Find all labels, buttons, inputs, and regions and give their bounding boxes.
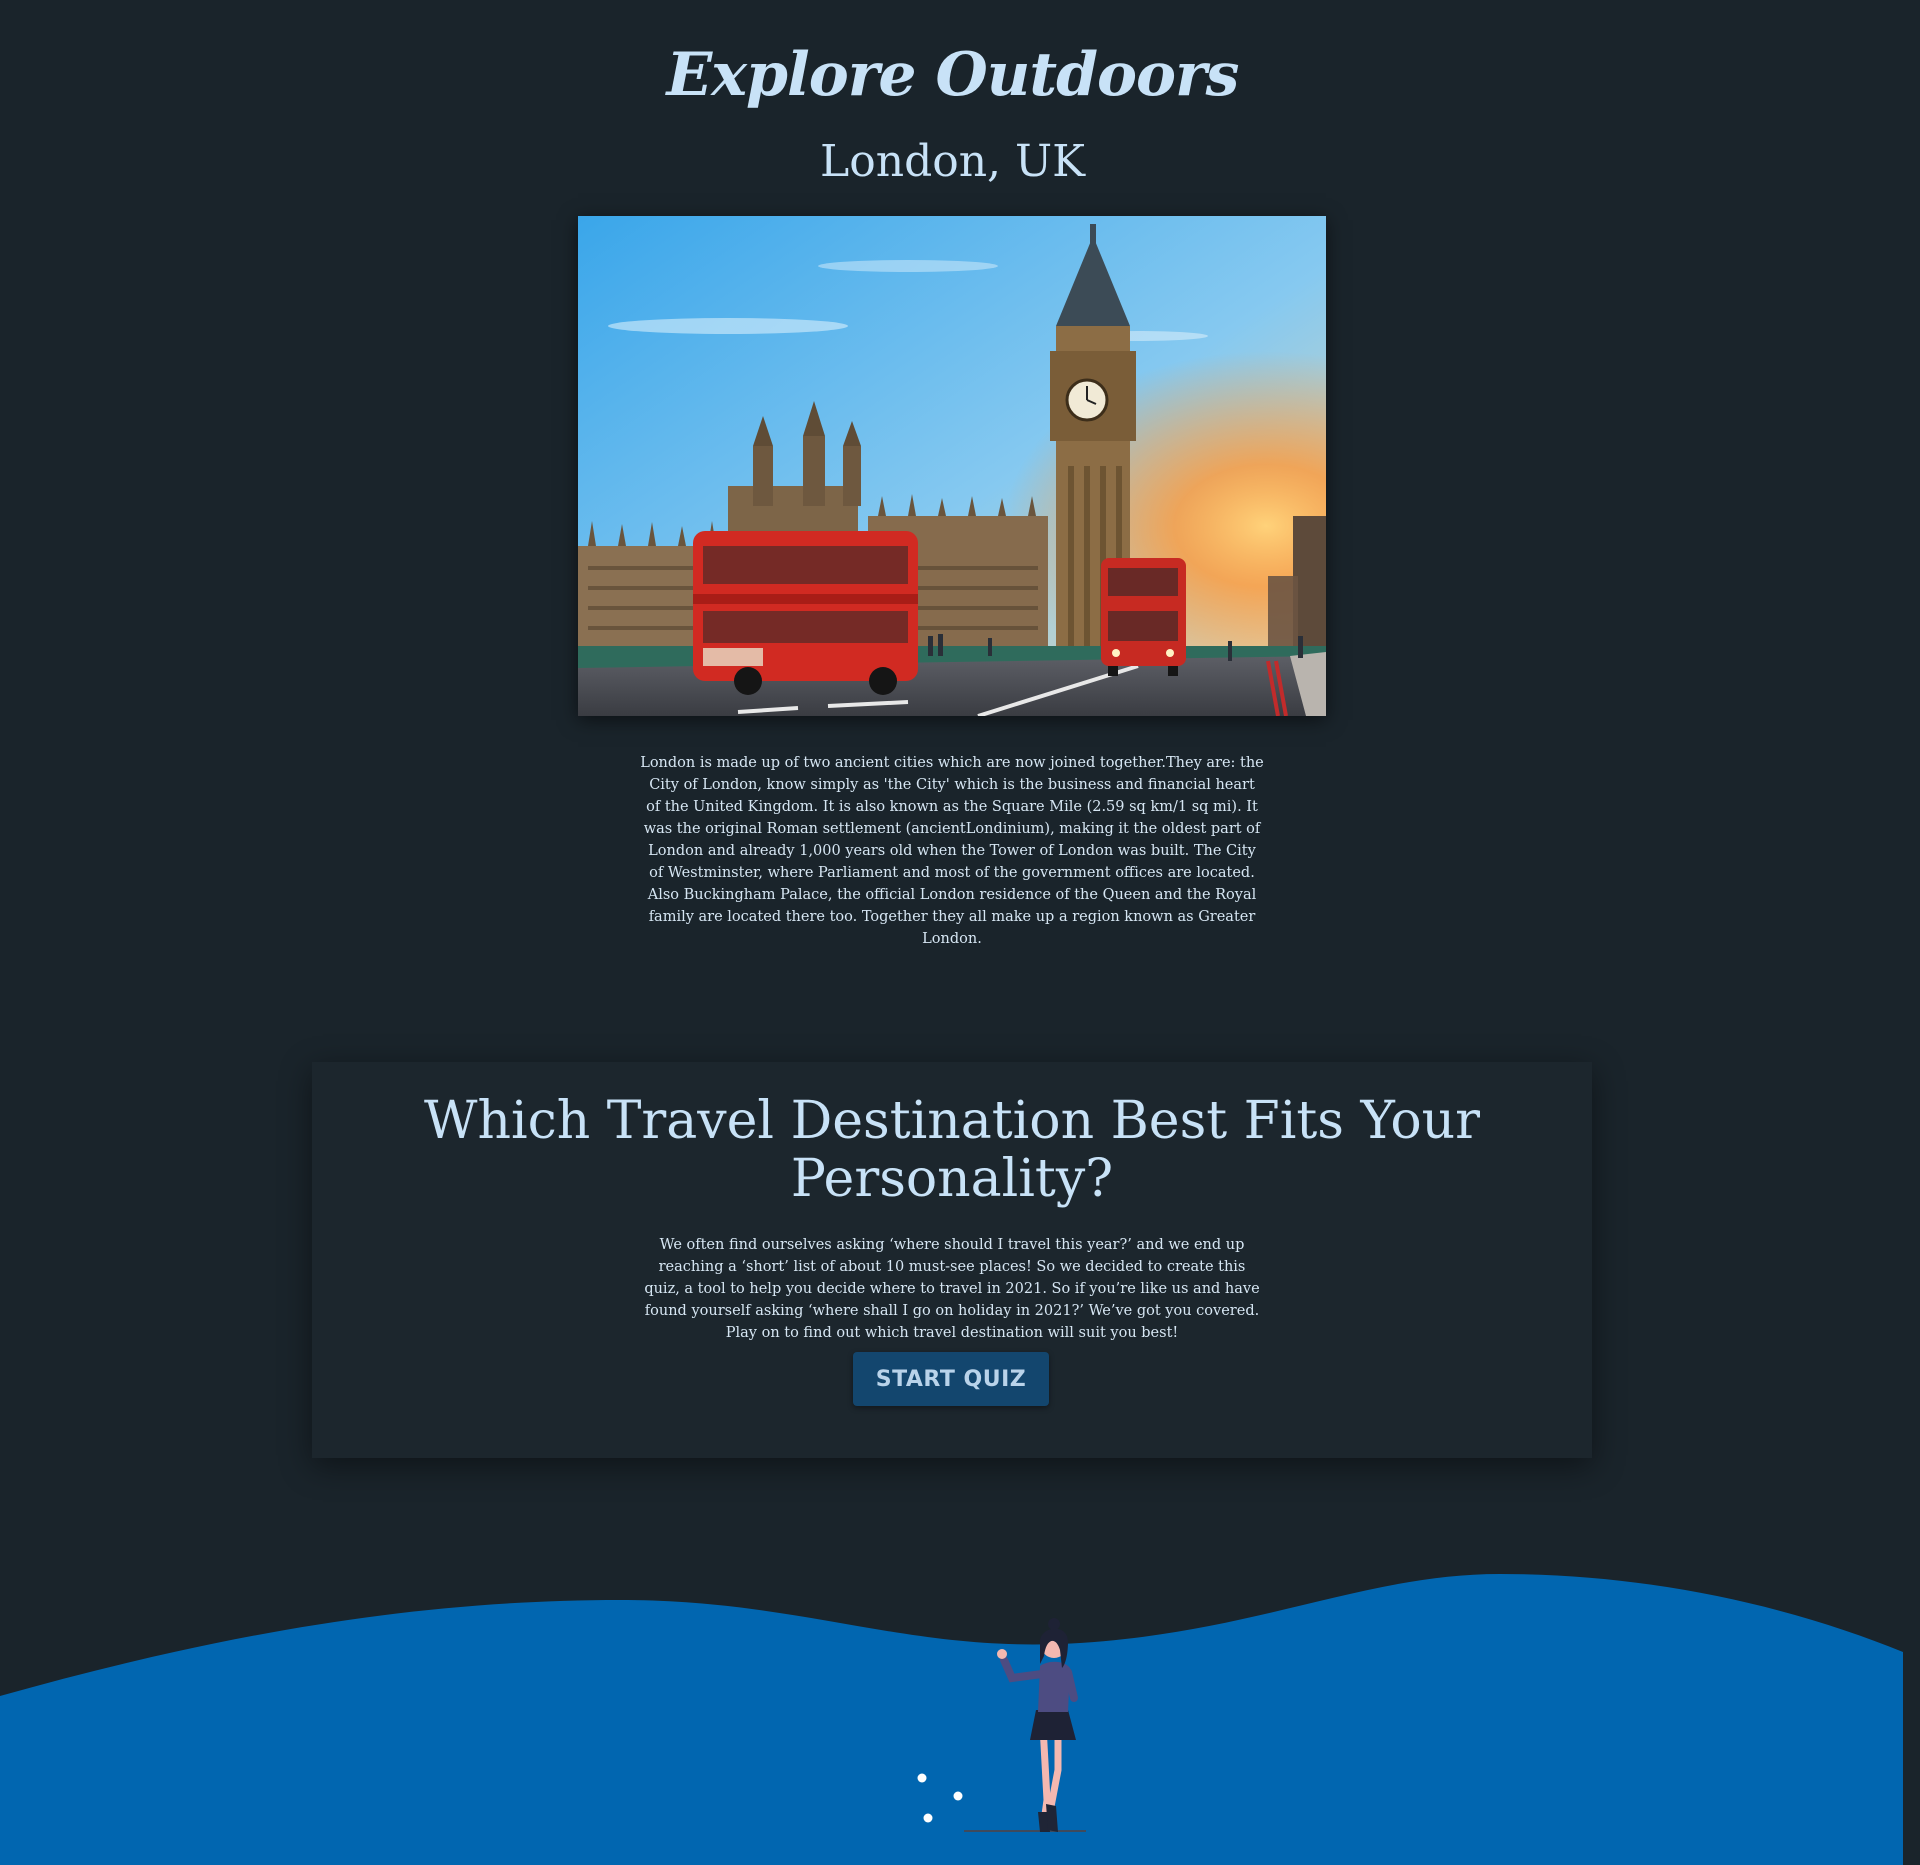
brand-title: Explore Outdoors (666, 40, 1240, 110)
quiz-intro: We often find ourselves asking ‘where sh… (644, 1237, 1260, 1341)
london-westminster-photo (578, 216, 1326, 716)
start-quiz-button[interactable]: START QUIZ (853, 1352, 1049, 1406)
quiz-title: Which Travel Destination Best Fits Your … (424, 1091, 1480, 1209)
quiz-card: Which Travel Destination Best Fits Your … (312, 1062, 1592, 1458)
footer-wave (0, 1574, 1903, 1865)
city-title: London, UK (820, 136, 1085, 187)
page: Explore Outdoors London, UK London is ma… (0, 0, 1920, 1865)
photo-image (578, 216, 1326, 716)
city-description: London is made up of two ancient cities … (640, 755, 1264, 947)
